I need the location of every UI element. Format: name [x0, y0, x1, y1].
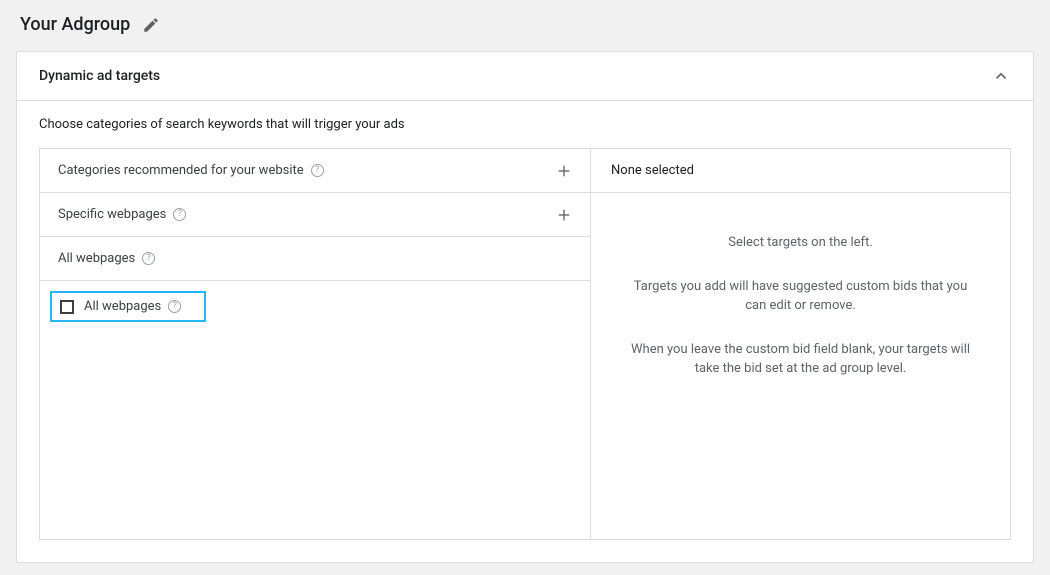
- none-selected-text: None selected: [611, 163, 694, 178]
- option-categories-label: Categories recommended for your website: [58, 163, 304, 178]
- dynamic-ad-targets-card: Dynamic ad targets Choose categories of …: [16, 51, 1034, 563]
- selected-header: None selected: [591, 149, 1010, 193]
- card-body: Choose categories of search keywords tha…: [17, 101, 1033, 562]
- edit-icon[interactable]: [142, 16, 160, 34]
- all-webpages-checkbox-label: All webpages: [84, 299, 161, 314]
- hint-line-1: Select targets on the left.: [631, 233, 970, 253]
- all-webpages-expanded: All webpages ?: [40, 281, 590, 332]
- instruction-text: Choose categories of search keywords tha…: [39, 117, 1011, 132]
- plus-icon: [556, 163, 572, 179]
- adgroup-title: Your Adgroup: [20, 14, 130, 35]
- hint-line-3: When you leave the custom bid field blan…: [631, 340, 970, 379]
- help-icon[interactable]: ?: [311, 164, 324, 177]
- card-title: Dynamic ad targets: [39, 68, 160, 84]
- chevron-up-icon: [991, 66, 1011, 86]
- targets-columns: Categories recommended for your website …: [39, 148, 1011, 540]
- hint-line-2: Targets you add will have suggested cust…: [631, 277, 970, 316]
- option-all-webpages[interactable]: All webpages ?: [40, 237, 590, 281]
- option-categories[interactable]: Categories recommended for your website …: [40, 149, 590, 193]
- right-body: Select targets on the left. Targets you …: [591, 193, 1010, 403]
- help-icon[interactable]: ?: [142, 252, 155, 265]
- plus-icon: [556, 207, 572, 223]
- left-column: Categories recommended for your website …: [40, 149, 591, 539]
- help-icon[interactable]: ?: [168, 300, 181, 313]
- all-webpages-row[interactable]: All webpages ?: [50, 291, 206, 322]
- option-specific-label: Specific webpages: [58, 207, 166, 222]
- help-icon[interactable]: ?: [173, 208, 186, 221]
- all-webpages-checkbox[interactable]: [60, 300, 74, 314]
- option-specific-webpages[interactable]: Specific webpages ?: [40, 193, 590, 237]
- page-header: Your Adgroup: [16, 14, 1034, 35]
- card-header-toggle[interactable]: Dynamic ad targets: [17, 52, 1033, 101]
- option-all-label: All webpages: [58, 251, 135, 266]
- right-column: None selected Select targets on the left…: [591, 149, 1010, 539]
